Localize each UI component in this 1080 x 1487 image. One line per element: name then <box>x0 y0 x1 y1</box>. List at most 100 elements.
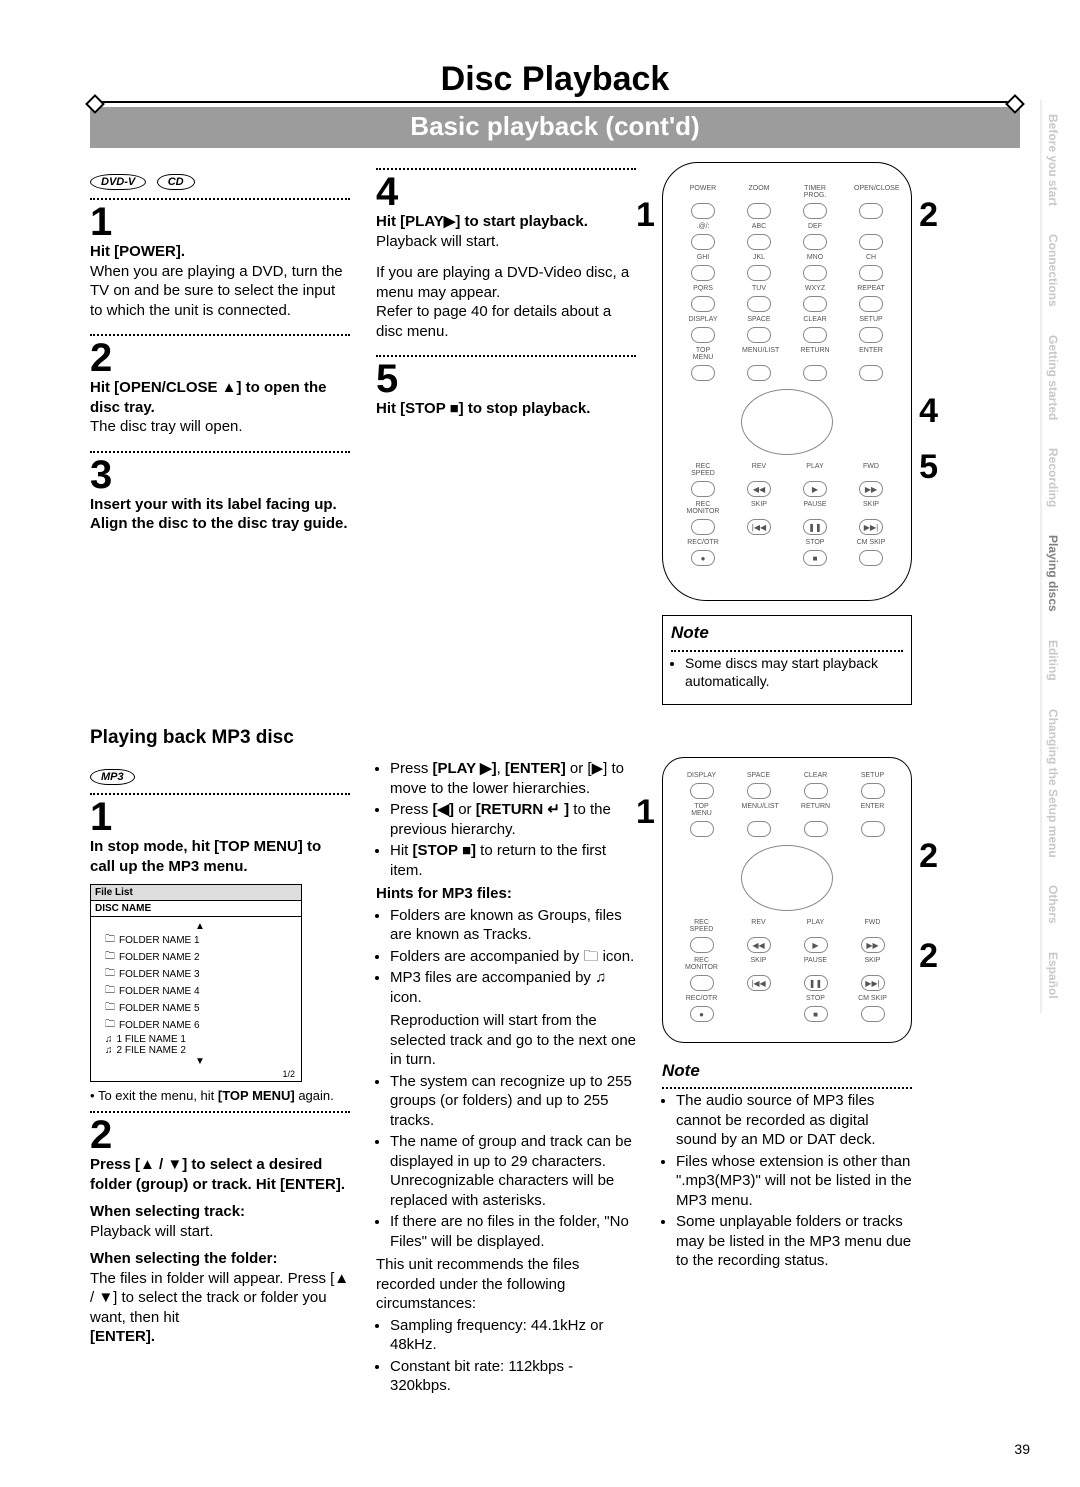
remote-button: ❚❚ <box>803 519 827 535</box>
list-item: Hit [STOP ■] to return to the first item… <box>390 841 636 880</box>
remote-label: PQRS <box>686 285 720 292</box>
page-number: 39 <box>1014 1441 1030 1457</box>
remote-label: FWD <box>854 463 888 477</box>
remote-label: REC MONITOR <box>686 501 720 515</box>
remote-label: FWD <box>856 919 890 933</box>
music-file-icon: ♫ <box>105 1034 113 1045</box>
page-subtitle: Basic playback (cont'd) <box>90 107 1020 148</box>
cd-badge: CD <box>157 174 195 190</box>
remote-label: PAUSE <box>798 501 832 515</box>
remote-label: RETURN <box>799 803 833 817</box>
side-tab: Getting started <box>1040 321 1064 434</box>
remote-label: SKIP <box>854 501 888 515</box>
list-item: 1 FILE NAME 1 <box>117 1034 186 1045</box>
remote-label: DISPLAY <box>685 772 719 779</box>
text: Reproduction will start from the selecte… <box>390 1011 636 1070</box>
note-heading: Note <box>662 1061 700 1080</box>
sub-heading: When selecting track: <box>90 1203 245 1220</box>
callout-number: 5 <box>919 448 938 487</box>
remote-button <box>690 975 714 991</box>
callout-number: 1 <box>636 196 655 235</box>
callout-number: 2 <box>919 196 938 235</box>
text: [ENTER]. <box>90 1327 350 1347</box>
remote-label: ENTER <box>856 803 890 817</box>
remote-label: REV <box>742 919 776 933</box>
remote-button <box>747 783 771 799</box>
remote-label: POWER <box>686 185 720 199</box>
remote-button <box>691 365 715 381</box>
remote-button: ▶▶ <box>861 937 885 953</box>
music-file-icon: ♫ <box>105 1045 113 1056</box>
remote-label: REC SPEED <box>685 919 719 933</box>
list-item: If there are no files in the folder, "No… <box>390 1212 636 1251</box>
remote-button <box>690 821 714 837</box>
remote-button: |◀◀ <box>747 975 771 991</box>
remote-button <box>803 203 827 219</box>
remote-button <box>803 265 827 281</box>
remote-button <box>859 203 883 219</box>
step-number: 3 <box>90 455 350 495</box>
remote-button <box>861 783 885 799</box>
remote-diagram-small: 1 2 2 DISPLAYSPACECLEARSETUP TOP MENUMEN… <box>662 757 912 1043</box>
remote-label: OPEN/CLOSE <box>854 185 888 199</box>
text: again. <box>295 1088 334 1103</box>
side-tab-active: Playing discs <box>1040 521 1064 626</box>
list-item: FOLDER NAME 5 <box>119 1003 200 1014</box>
remote-button <box>747 265 771 281</box>
mp3-badge: MP3 <box>90 769 135 785</box>
remote-label: CLEAR <box>799 772 833 779</box>
remote-label: JKL <box>742 254 776 261</box>
folder-icon: 🗀 <box>105 966 115 983</box>
remote-button <box>859 265 883 281</box>
file-list-header: File List <box>91 885 301 901</box>
remote-button <box>859 550 883 566</box>
note-item: The audio source of MP3 files cannot be … <box>676 1091 912 1150</box>
remote-button: ▶▶| <box>861 975 885 991</box>
remote-label: REC SPEED <box>686 463 720 477</box>
callout-number: 4 <box>919 392 938 431</box>
note-heading: Note <box>671 623 709 642</box>
step-heading: Hit [OPEN/CLOSE ▲] to open the disc tray… <box>90 379 327 416</box>
list-item: Folders are accompanied by 🗀 icon. <box>390 947 636 967</box>
scroll-up-icon: ▲ <box>105 921 295 932</box>
file-list-disc-name: DISC NAME <box>91 901 301 917</box>
list-item: Press [PLAY ▶], [ENTER] or [▶] to move t… <box>390 759 636 798</box>
dvd-badge: DVD-V <box>90 174 146 190</box>
remote-button <box>803 296 827 312</box>
remote-button <box>691 481 715 497</box>
remote-label: SKIP <box>742 501 776 515</box>
remote-label: MNO <box>798 254 832 261</box>
note-item: Some discs may start playback automatica… <box>685 654 903 690</box>
remote-label: SETUP <box>856 772 890 779</box>
section-heading: Playing back MP3 disc <box>90 727 1020 749</box>
list-item: The system can recognize up to 255 group… <box>390 1072 636 1131</box>
remote-diagram: 1 2 4 5 POWERZOOMTIMER PROG.OPEN/CLOSE .… <box>662 162 912 601</box>
remote-label: PAUSE <box>799 957 833 971</box>
folder-icon: 🗀 <box>105 949 115 966</box>
media-badges: DVD-V CD <box>90 172 350 190</box>
remote-label: PLAY <box>798 463 832 477</box>
remote-label: .@/: <box>686 223 720 230</box>
folder-icon: 🗀 <box>105 932 115 949</box>
remote-dpad <box>741 389 833 455</box>
step-heading: In stop mode, hit [TOP MENU] to call up … <box>90 838 321 875</box>
callout-number: 2 <box>919 937 938 976</box>
remote-label: REC MONITOR <box>685 957 719 971</box>
remote-dpad <box>741 845 833 911</box>
remote-label: ABC <box>742 223 776 230</box>
remote-button: ■ <box>803 550 827 566</box>
step-body: When you are playing a DVD, turn the TV … <box>90 262 350 321</box>
remote-button: ◀◀ <box>747 481 771 497</box>
side-tab: Editing <box>1040 626 1064 695</box>
remote-label: REV <box>742 463 776 477</box>
remote-label: DEF <box>798 223 832 230</box>
remote-button <box>747 327 771 343</box>
remote-button: ▶ <box>804 937 828 953</box>
remote-button: ■ <box>804 1006 828 1022</box>
remote-button <box>691 296 715 312</box>
remote-button <box>803 327 827 343</box>
side-tab: Before you start <box>1040 100 1064 220</box>
folder-icon: 🗀 <box>105 1000 115 1017</box>
remote-button: ❚❚ <box>804 975 828 991</box>
remote-button <box>691 203 715 219</box>
